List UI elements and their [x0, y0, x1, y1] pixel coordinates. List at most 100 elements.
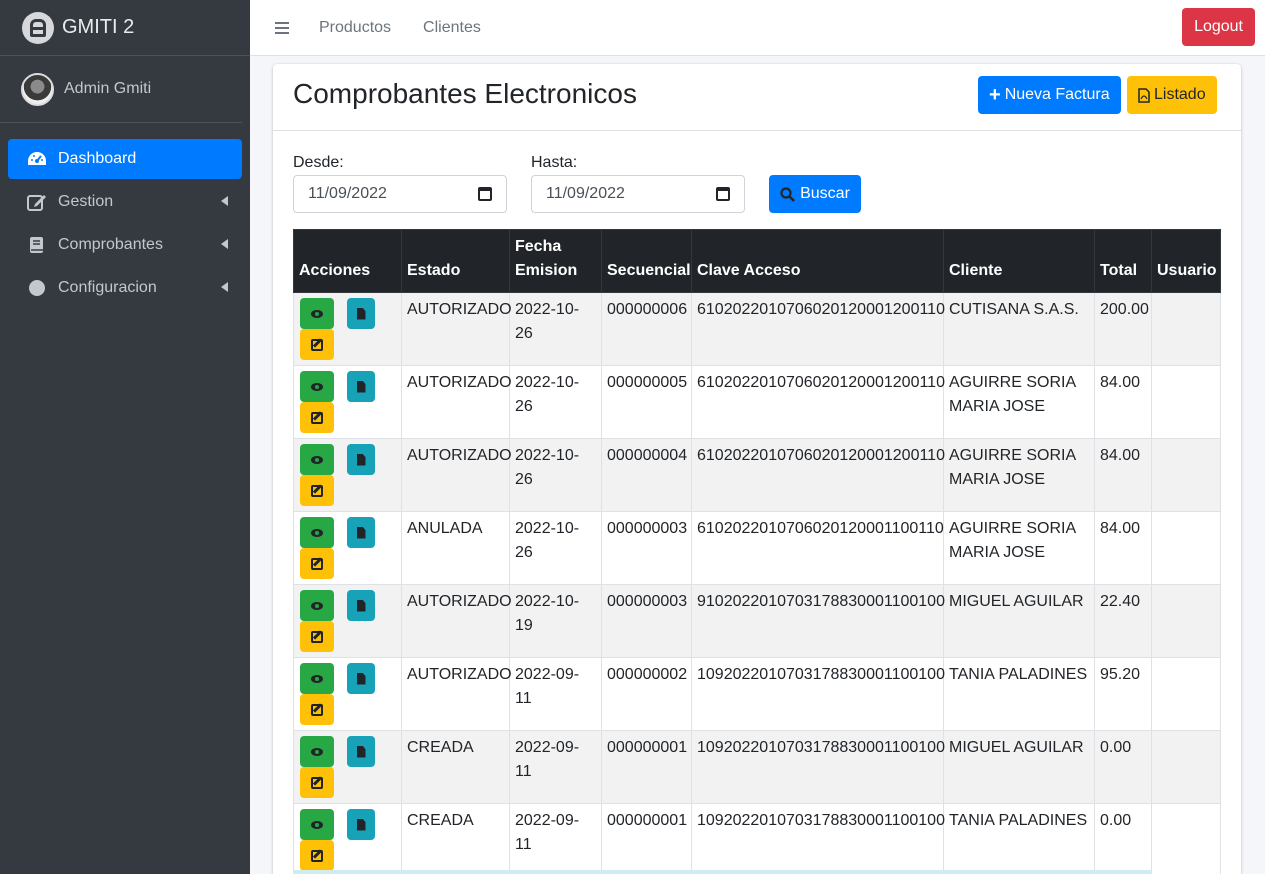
user-panel[interactable]: Admin Gmiti — [0, 56, 242, 123]
listing-label: Listado — [1154, 86, 1206, 103]
edit-button[interactable] — [300, 840, 334, 871]
edit-button[interactable] — [300, 548, 334, 579]
document-button[interactable] — [347, 590, 375, 621]
file-icon — [356, 453, 366, 466]
date-cell: 2022-10- 19 — [509, 584, 602, 658]
client-line1: TANIA PALADINES — [949, 812, 1088, 829]
chevron-left-icon — [221, 196, 228, 206]
view-button[interactable] — [300, 809, 334, 840]
file-icon — [356, 672, 366, 685]
date-part1: 2022-10- — [515, 593, 580, 610]
view-button[interactable] — [300, 590, 334, 621]
edit-button[interactable] — [300, 329, 334, 360]
client-line2: MARIA JOSE — [949, 398, 1046, 415]
edit-button[interactable] — [300, 475, 334, 506]
view-button[interactable] — [300, 444, 334, 475]
user-cell — [1151, 657, 1221, 731]
status-cell: CREADA — [401, 803, 510, 874]
to-date-label: Hasta: — [531, 154, 578, 171]
document-button[interactable] — [347, 736, 375, 767]
col-user: Usuario — [1151, 229, 1221, 293]
eye-icon — [311, 528, 323, 537]
listing-button[interactable]: Listado — [1127, 76, 1217, 114]
view-button[interactable] — [300, 298, 334, 329]
date-part2: 19 — [515, 617, 533, 634]
access-key-cell: 6102022010706020120001200110 — [691, 438, 945, 512]
brand-link[interactable]: GMITI 2 — [0, 0, 250, 56]
col-actions: Acciones — [293, 229, 402, 293]
total-cell: 84.00 — [1094, 511, 1152, 585]
document-button[interactable] — [347, 444, 375, 475]
edit-button[interactable] — [300, 767, 334, 798]
nav-link-clientes[interactable]: Clientes — [423, 19, 481, 37]
actions-cell — [293, 803, 402, 874]
date-part1: 2022-09- — [515, 812, 580, 829]
top-navbar: Productos Clientes Logout — [250, 0, 1265, 56]
file-icon — [356, 818, 366, 831]
total-cell: 0.00 — [1094, 730, 1152, 804]
sidebar-item-label: Configuracion — [58, 279, 157, 296]
sidebar-item-gestion[interactable]: Gestion — [8, 182, 242, 222]
sidebar-item-configuracion[interactable]: Configuracion — [8, 268, 242, 308]
circle-icon — [27, 279, 47, 297]
to-date-input[interactable]: 11/09/2022 — [531, 175, 745, 213]
col-sequence: Secuencial — [601, 229, 692, 293]
view-button[interactable] — [300, 517, 334, 548]
col-client: Cliente — [943, 229, 1095, 293]
document-button[interactable] — [347, 371, 375, 402]
calendar-icon[interactable] — [716, 187, 730, 201]
client-line1: AGUIRRE SORIA — [949, 520, 1077, 537]
actions-cell — [293, 511, 402, 585]
edit-button[interactable] — [300, 694, 334, 725]
date-part1: 2022-09- — [515, 666, 580, 683]
calendar-icon[interactable] — [478, 187, 492, 201]
status-cell: AUTORIZADO — [401, 292, 512, 366]
view-button[interactable] — [300, 371, 334, 402]
edit-button[interactable] — [300, 402, 334, 433]
document-button[interactable] — [347, 663, 375, 694]
new-invoice-button[interactable]: + Nueva Factura — [978, 76, 1121, 114]
logout-button[interactable]: Logout — [1182, 8, 1255, 46]
client-line1: MIGUEL AGUILAR — [949, 739, 1084, 756]
col-access-key: Clave Acceso — [691, 229, 944, 293]
sequence-cell: 000000002 — [601, 657, 692, 731]
table-row: AUTORIZADO 2022-10- 26 000000005 61020220107… — [293, 365, 1221, 439]
col-status: Estado — [401, 229, 510, 293]
document-button[interactable] — [347, 517, 375, 548]
card-header: Comprobantes Electronicos + Nueva Factur… — [273, 64, 1241, 131]
total-cell: 22.40 — [1094, 584, 1152, 658]
menu-toggle-icon[interactable] — [275, 19, 289, 37]
sidebar-item-comprobantes[interactable]: Comprobantes — [8, 225, 242, 265]
tachometer-icon — [27, 150, 47, 168]
from-date-input[interactable]: 11/09/2022 — [293, 175, 507, 213]
edit-icon — [311, 849, 323, 862]
date-part2: 11 — [515, 690, 532, 707]
nav-link-productos[interactable]: Productos — [319, 19, 391, 37]
date-part2: 26 — [515, 325, 533, 342]
chevron-left-icon — [221, 239, 228, 249]
view-button[interactable] — [300, 736, 334, 767]
edit-icon — [27, 193, 47, 211]
document-button[interactable] — [347, 298, 375, 329]
view-button[interactable] — [300, 663, 334, 694]
from-date-label: Desde: — [293, 154, 344, 171]
user-name[interactable]: Admin Gmiti — [64, 80, 151, 98]
date-part1: 2022-10- — [515, 447, 580, 464]
edit-button[interactable] — [300, 621, 334, 652]
table-header-row: Acciones Estado Fecha Emision Secuencial … — [293, 229, 1221, 293]
new-invoice-label: Nueva Factura — [1004, 86, 1110, 103]
document-button[interactable] — [347, 809, 375, 840]
from-date-value: 11/09/2022 — [308, 185, 387, 202]
sidebar-item-dashboard[interactable]: Dashboard — [8, 139, 242, 179]
book-icon — [27, 236, 47, 254]
search-button[interactable]: Buscar — [769, 175, 861, 213]
user-cell — [1151, 584, 1221, 658]
file-icon — [356, 745, 366, 758]
client-line2: MARIA JOSE — [949, 544, 1046, 561]
actions-cell — [293, 730, 402, 804]
user-cell — [1151, 511, 1221, 585]
date-cell: 2022-09- 11 — [509, 803, 602, 874]
status-cell: AUTORIZADO — [401, 365, 512, 439]
sequence-cell: 000000003 — [601, 511, 692, 585]
edit-icon — [311, 630, 323, 643]
